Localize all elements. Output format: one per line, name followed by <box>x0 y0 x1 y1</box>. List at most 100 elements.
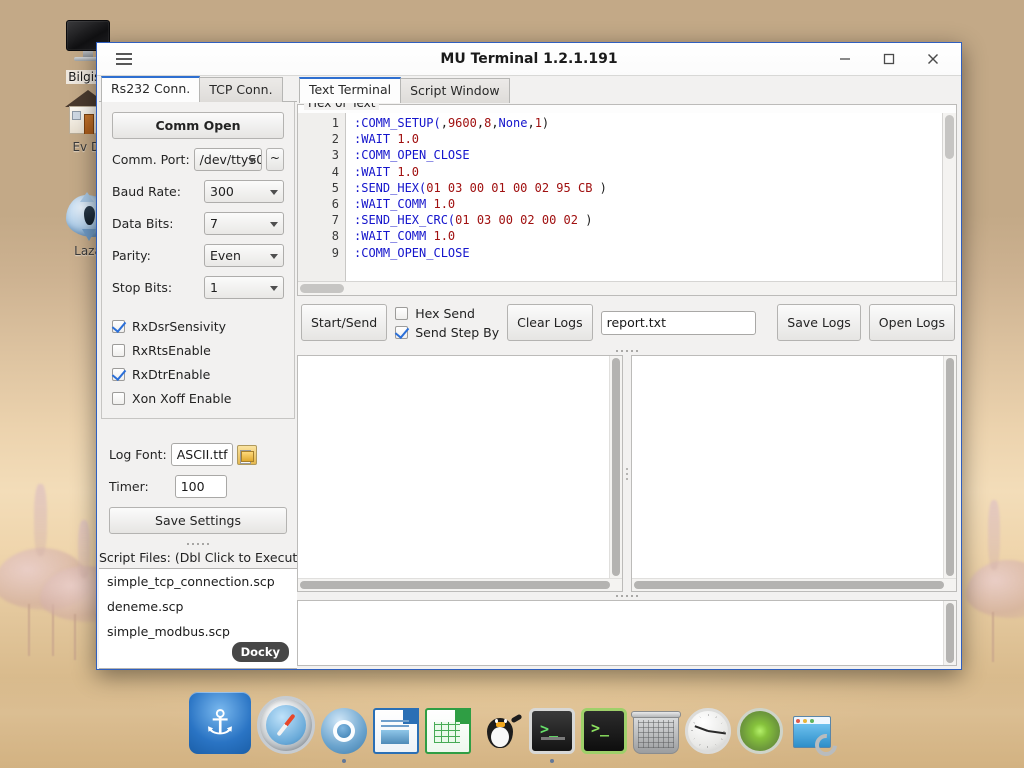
parity-select[interactable]: Even <box>204 244 284 267</box>
code-line: :WAIT 1.0 <box>354 131 942 147</box>
terminal-icon: >_ <box>529 708 575 754</box>
dock-item-window-switcher[interactable] <box>789 708 842 761</box>
editor-horizontal-scrollbar[interactable] <box>298 281 956 295</box>
dock-item-green-orb[interactable] <box>737 708 783 754</box>
editor-vertical-scrollbar[interactable] <box>942 113 956 281</box>
log-left-text[interactable] <box>298 356 609 578</box>
log-bottom-text[interactable] <box>298 601 943 665</box>
log-panel-right[interactable] <box>631 355 957 592</box>
docky-anchor-icon: ⚓ <box>189 692 251 754</box>
minimize-icon[interactable] <box>823 44 867 75</box>
log-right-horizontal-scrollbar[interactable] <box>632 578 956 591</box>
list-item[interactable]: simple_modbus.scp <box>99 619 297 644</box>
chevron-down-icon <box>270 253 278 259</box>
list-item[interactable]: simple_tcp_connection.scp <box>99 569 297 594</box>
log-left-horizontal-scrollbar[interactable] <box>298 578 622 591</box>
parity-value: Even <box>210 248 241 263</box>
log-font-input[interactable]: ASCII.ttf <box>170 443 233 466</box>
checkbox-label: RxDsrSensivity <box>132 319 227 334</box>
code-token: :COMM_OPEN_CLOSE <box>354 245 470 260</box>
open-folder-icon[interactable] <box>236 444 257 465</box>
log-right-text[interactable] <box>632 356 943 578</box>
log-bottom-vertical-scrollbar[interactable] <box>943 601 956 665</box>
window-titlebar[interactable]: MU Terminal 1.2.1.191 <box>97 43 961 76</box>
maximize-icon[interactable] <box>867 44 911 75</box>
comm-port-label: Comm. Port: <box>112 152 190 167</box>
checkbox-xon-xoff-enable[interactable]: Xon Xoff Enable <box>112 391 284 406</box>
save-settings-button[interactable]: Save Settings <box>109 507 287 534</box>
checkbox-icon <box>395 306 409 320</box>
dock-item-terminal[interactable]: >_ <box>529 708 575 763</box>
left-panel: Rs232 Conn. TCP Conn. Comm Open Comm. Po… <box>97 76 297 669</box>
dock-item-compass[interactable] <box>257 696 315 754</box>
logs-top-splitter[interactable] <box>297 347 957 355</box>
dock-item-terminal-green[interactable]: >_ <box>581 708 627 754</box>
log-left-vertical-scrollbar[interactable] <box>609 356 622 578</box>
close-icon[interactable] <box>911 44 955 75</box>
terminal-toolbar: Start/Send Hex Send Send Step By Clear L… <box>297 296 957 347</box>
logs-bottom-splitter[interactable] <box>297 592 957 600</box>
log-panel-left[interactable] <box>297 355 623 592</box>
tab-text-terminal[interactable]: Text Terminal <box>299 77 402 103</box>
dock-item-linux[interactable] <box>477 708 523 754</box>
left-panel-splitter[interactable] <box>99 540 297 548</box>
scrollbar-thumb[interactable] <box>300 581 610 589</box>
chevron-down-icon <box>270 189 278 195</box>
scrollbar-thumb[interactable] <box>612 358 620 576</box>
timer-label: Timer: <box>109 479 149 494</box>
window-controls <box>823 44 961 75</box>
dock-item-calc[interactable] <box>425 708 471 754</box>
scrollbar-thumb[interactable] <box>300 284 344 293</box>
checkbox-rxrtsenable[interactable]: RxRtsEnable <box>112 343 284 358</box>
comm-port-refresh-button[interactable]: ~ <box>265 148 284 171</box>
window-body: Rs232 Conn. TCP Conn. Comm Open Comm. Po… <box>97 76 961 669</box>
hamburger-menu-icon[interactable] <box>107 43 141 76</box>
list-item[interactable]: deneme.scp <box>99 594 297 619</box>
scrollbar-thumb[interactable] <box>945 115 954 159</box>
code-token: ) <box>541 116 550 130</box>
log-filename-input[interactable]: report.txt <box>600 310 756 335</box>
left-bottom-settings: Log Font: ASCII.ttf Timer: 100 Save Sett… <box>99 443 297 540</box>
tab-script-window[interactable]: Script Window <box>400 78 510 103</box>
code-token: 1.0 <box>433 197 456 212</box>
chevron-down-icon <box>270 285 278 291</box>
dock-item-trash[interactable] <box>631 708 681 754</box>
checkbox-rxdtrenable[interactable]: RxDtrEnable <box>112 367 284 382</box>
code-token: :SEND_HEX( <box>354 180 427 195</box>
clear-logs-button[interactable]: Clear Logs <box>507 304 593 341</box>
logs-vertical-splitter[interactable] <box>623 355 631 592</box>
timer-input[interactable]: 100 <box>174 475 227 498</box>
code-editor[interactable]: 123456789 :COMM_SETUP(,9600,8,None,1):WA… <box>298 113 956 281</box>
log-right-vertical-scrollbar[interactable] <box>943 356 956 578</box>
code-line: :SEND_HEX_CRC(01 03 00 02 00 02 ) <box>354 212 942 228</box>
comm-open-button[interactable]: Comm Open <box>112 112 284 139</box>
scrollbar-thumb[interactable] <box>946 603 954 663</box>
checkbox-send-step-by[interactable]: Send Step By <box>395 325 499 340</box>
code-text[interactable]: :COMM_SETUP(,9600,8,None,1):WAIT 1.0 :COM… <box>346 113 942 281</box>
line-number: 1 <box>331 116 339 130</box>
code-line: :COMM_SETUP(,9600,8,None,1) <box>354 115 942 131</box>
dock-item-clock[interactable] <box>685 708 731 754</box>
checkbox-rxdsrsensivity[interactable]: RxDsrSensivity <box>112 319 284 334</box>
scrollbar-thumb[interactable] <box>946 358 954 576</box>
data-bits-select[interactable]: 7 <box>204 212 284 235</box>
docky-tooltip: Docky <box>231 642 289 662</box>
open-logs-button[interactable]: Open Logs <box>868 304 955 341</box>
tab-rs232-conn[interactable]: Rs232 Conn. <box>101 76 201 102</box>
dock-item-writer[interactable] <box>373 708 419 754</box>
scrollbar-thumb[interactable] <box>634 581 944 589</box>
script-files-list[interactable]: simple_tcp_connection.scp deneme.scp sim… <box>99 568 297 669</box>
stop-bits-select[interactable]: 1 <box>204 276 284 299</box>
code-token: 1.0 <box>433 229 456 244</box>
dock-item-docky[interactable]: ⚓ <box>189 692 251 754</box>
log-panel-bottom[interactable] <box>297 600 957 666</box>
baud-rate-select[interactable]: 300 <box>204 180 284 203</box>
start-send-button[interactable]: Start/Send <box>301 304 388 341</box>
save-logs-button[interactable]: Save Logs <box>777 304 861 341</box>
stop-bits-value: 1 <box>210 280 218 295</box>
dock-item-chromium[interactable] <box>321 708 367 763</box>
comm-port-select[interactable]: /dev/ttyS0 <box>193 148 262 171</box>
checkbox-hex-send[interactable]: Hex Send <box>395 306 499 321</box>
wallpaper-flamingo <box>78 520 90 578</box>
tab-tcp-conn[interactable]: TCP Conn. <box>199 77 283 102</box>
